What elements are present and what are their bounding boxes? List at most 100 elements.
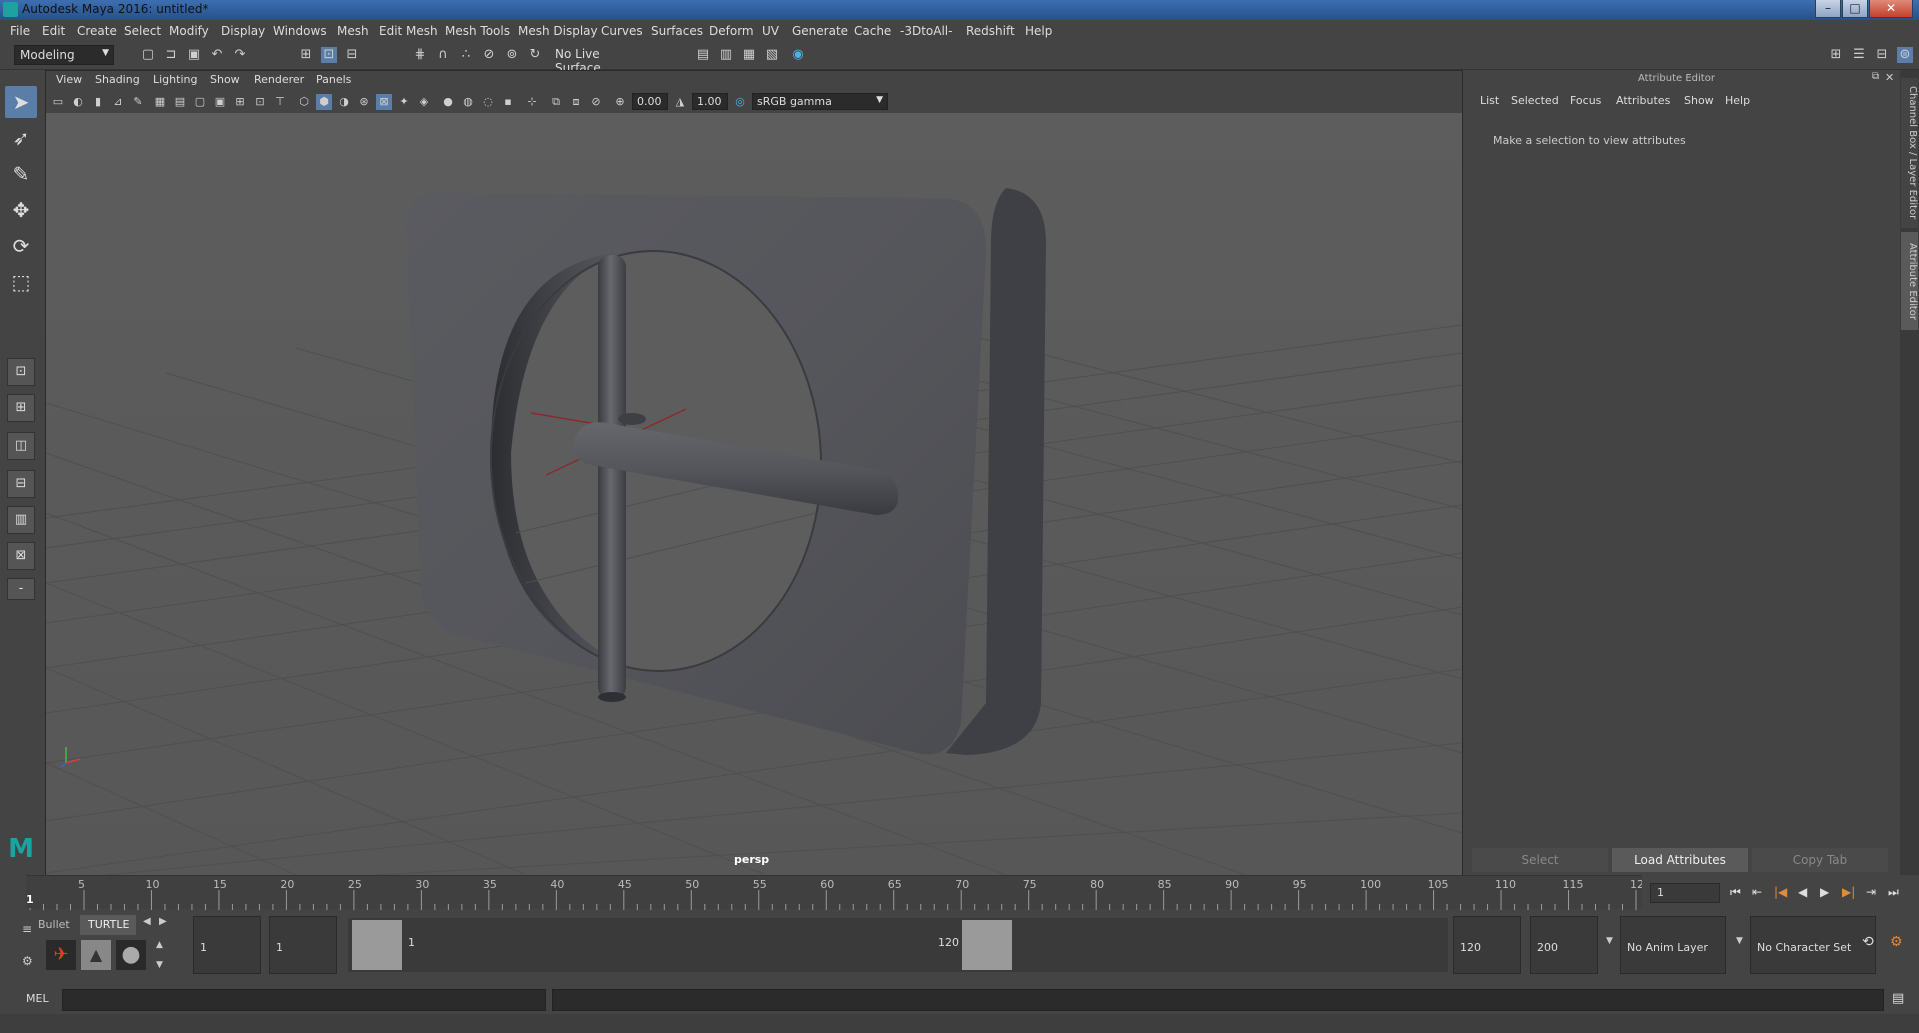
grid-toggle-icon[interactable]: ▦: [152, 94, 168, 110]
3d-scene-view[interactable]: persp: [46, 113, 1462, 875]
snap-point-icon[interactable]: ∴: [458, 47, 474, 63]
step-forward-frame-icon[interactable]: ▶|: [1842, 885, 1855, 899]
playback-end-field[interactable]: 120: [1453, 916, 1521, 974]
shelf-scroll-left-icon[interactable]: ◀: [143, 916, 151, 927]
xray-joints-icon[interactable]: ⧈: [568, 94, 584, 110]
menu-redshift[interactable]: Redshift: [966, 24, 1015, 38]
xray-components-icon[interactable]: ⊘: [588, 94, 604, 110]
render-current-icon[interactable]: ▤: [695, 47, 711, 63]
persp-graph-layout-icon[interactable]: ⊟: [7, 470, 35, 498]
menu-mesh[interactable]: Mesh: [337, 24, 369, 38]
go-to-end-icon[interactable]: ⏭: [1888, 885, 1899, 900]
menu-display[interactable]: Display: [221, 24, 265, 38]
current-frame-field[interactable]: 1: [1650, 883, 1720, 903]
bookmark-icon[interactable]: ▮: [90, 94, 106, 110]
image-plane-icon[interactable]: ⊿: [110, 94, 126, 110]
select-tool-icon[interactable]: ➤: [5, 86, 37, 118]
step-back-key-icon[interactable]: ⇤: [1752, 885, 1762, 899]
playback-start-field[interactable]: 1: [269, 916, 337, 974]
default-material-icon[interactable]: ◑: [336, 94, 352, 110]
ae-menu-show[interactable]: Show: [1684, 94, 1714, 107]
channel-box-tab[interactable]: Channel Box / Layer Editor: [1901, 78, 1918, 228]
script-editor-icon[interactable]: ▤: [1892, 991, 1904, 1006]
play-backward-icon[interactable]: ◀: [1798, 885, 1807, 899]
menu-file[interactable]: File: [10, 24, 30, 38]
redo-icon[interactable]: ↷: [232, 47, 248, 63]
shelf-tab-bullet[interactable]: Bullet: [36, 915, 78, 935]
vp-menu-lighting[interactable]: Lighting: [153, 73, 197, 86]
ae-copy-tab-button[interactable]: Copy Tab: [1752, 848, 1888, 872]
minimize-button[interactable]: –: [1815, 0, 1841, 18]
xray-icon[interactable]: ⧉: [548, 94, 564, 110]
wireframe-on-shaded-icon[interactable]: ⊛: [356, 94, 372, 110]
menu-surfaces[interactable]: Surfaces: [651, 24, 703, 38]
menu-select[interactable]: Select: [124, 24, 161, 38]
menu-mesh-display[interactable]: Mesh Display: [518, 24, 598, 38]
mode-dropdown[interactable]: Modeling ▼: [14, 45, 114, 65]
safe-action-icon[interactable]: ⊡: [252, 94, 268, 110]
shelf-scroll-up-icon[interactable]: ▲: [156, 940, 163, 950]
turtle-bake-icon[interactable]: ▲: [81, 940, 111, 970]
scale-tool-icon[interactable]: ⬚: [5, 266, 37, 298]
vp-menu-renderer[interactable]: Renderer: [254, 73, 304, 86]
range-slider[interactable]: 1 120: [348, 918, 1448, 972]
depth-of-field-icon[interactable]: ▪: [500, 94, 516, 110]
shelf-settings-icon[interactable]: ⚙: [22, 954, 33, 968]
start-frame-field[interactable]: 1: [193, 916, 261, 974]
render-view-icon[interactable]: ◉: [790, 47, 806, 63]
hypershade-icon[interactable]: ▧: [764, 47, 780, 63]
ae-load-attributes-button[interactable]: Load Attributes: [1612, 848, 1748, 872]
textured-icon[interactable]: ⊠: [376, 94, 392, 110]
step-back-frame-icon[interactable]: |◀: [1774, 885, 1787, 899]
field-chart-icon[interactable]: ⊞: [232, 94, 248, 110]
maximize-button[interactable]: □: [1842, 0, 1868, 18]
resolution-gate-icon[interactable]: ▢: [192, 94, 208, 110]
menu-deform[interactable]: Deform: [709, 24, 754, 38]
character-set-dropdown[interactable]: No Character Set: [1750, 916, 1876, 974]
range-end-handle[interactable]: [962, 920, 1012, 970]
ipr-render-icon[interactable]: ▥: [718, 47, 734, 63]
command-input[interactable]: [62, 989, 546, 1011]
shelf-tab-turtle[interactable]: TURTLE: [80, 915, 136, 935]
mel-label[interactable]: MEL: [26, 992, 49, 1005]
end-frame-field[interactable]: 200: [1530, 916, 1598, 974]
select-object-icon[interactable]: ⊡: [321, 47, 337, 63]
smooth-shade-icon[interactable]: ⬢: [316, 94, 332, 110]
select-hierarchy-icon[interactable]: ⊞: [298, 47, 314, 63]
render-settings-icon[interactable]: ▦: [741, 47, 757, 63]
ae-menu-focus[interactable]: Focus: [1570, 94, 1601, 107]
paint-select-tool-icon[interactable]: ✎: [5, 158, 37, 190]
colorspace-dropdown[interactable]: sRGB gamma ▼: [752, 93, 888, 110]
close-button[interactable]: ✕: [1869, 0, 1913, 18]
shelf-menu-icon[interactable]: ≡: [22, 922, 32, 936]
turtle-sphere-icon[interactable]: ●: [116, 940, 146, 970]
single-pane-layout-icon[interactable]: ⊡: [7, 358, 35, 386]
lights-icon[interactable]: ✦: [396, 94, 412, 110]
camera-select-icon[interactable]: ▭: [50, 94, 66, 110]
persp-outliner-layout-icon[interactable]: ▥: [7, 506, 35, 534]
menu-edit-mesh[interactable]: Edit Mesh: [379, 24, 438, 38]
range-start-handle[interactable]: [352, 920, 402, 970]
four-pane-layout-icon[interactable]: ⊞: [7, 394, 35, 422]
outliner-toggle-icon[interactable]: ☰: [1851, 47, 1867, 63]
menu-help[interactable]: Help: [1025, 24, 1052, 38]
undo-icon[interactable]: ↶: [209, 47, 225, 63]
shelf-scroll-right-icon[interactable]: ▶: [159, 916, 167, 927]
go-to-start-icon[interactable]: ⏮: [1730, 885, 1741, 900]
workspace-icon[interactable]: ⊞: [1828, 47, 1844, 63]
side-by-side-layout-icon[interactable]: ◫: [7, 432, 35, 460]
make-live-icon[interactable]: ↻: [527, 47, 543, 63]
screen-space-ao-icon[interactable]: ●: [440, 94, 456, 110]
time-slider[interactable]: 5 10 15 20 25 30 35 40 45 50 55 60 65 70 75 80 85 90 95 100…: [26, 875, 1651, 910]
vp-menu-view[interactable]: View: [56, 73, 82, 86]
snap-grid-icon[interactable]: ⋕: [412, 47, 428, 63]
menu-edit[interactable]: Edit: [42, 24, 65, 38]
grease-pencil-icon[interactable]: ✎: [130, 94, 146, 110]
channel-box-toggle-icon[interactable]: ⊜: [1897, 47, 1913, 63]
collapse-layouts-icon[interactable]: -: [7, 578, 35, 600]
snap-view-plane-icon[interactable]: ⊚: [504, 47, 520, 63]
menu-3dtoall[interactable]: -3DtoAll-: [900, 24, 952, 38]
camera-attributes-icon[interactable]: ◐: [70, 94, 86, 110]
ae-select-button[interactable]: Select: [1472, 848, 1608, 872]
move-tool-icon[interactable]: ✥: [5, 194, 37, 226]
